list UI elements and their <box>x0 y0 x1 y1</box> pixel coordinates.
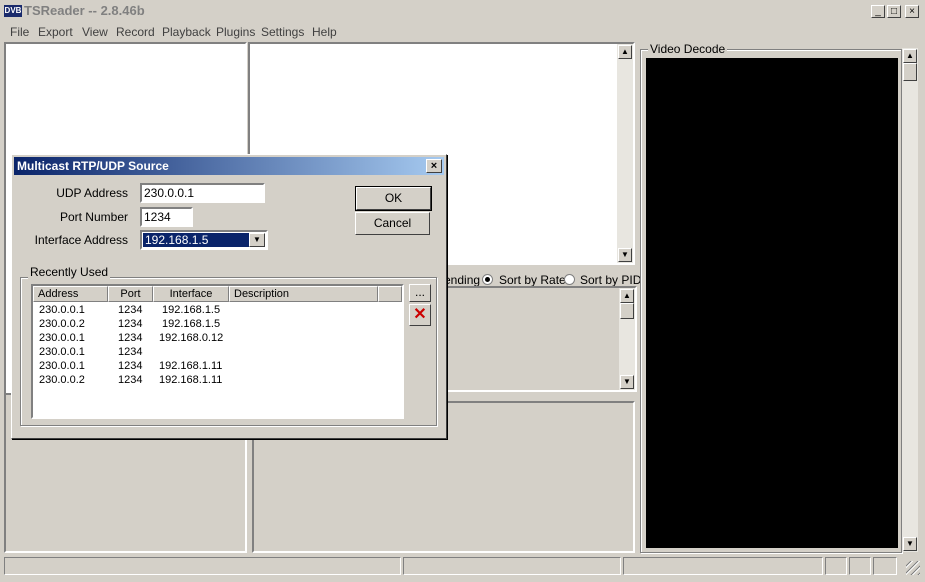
browse-button[interactable]: ... <box>409 284 431 302</box>
menu-record[interactable]: Record <box>116 25 155 39</box>
interface-address-select[interactable]: 192.168.1.5 ▼ <box>140 230 268 250</box>
row-interface: 192.168.1.5 <box>162 318 221 330</box>
sort-by-pid-label[interactable]: Sort by PID <box>580 273 641 287</box>
row-port: 1234 <box>118 346 143 358</box>
status-pane-2 <box>403 557 621 575</box>
row-interface: 192.168.1.11 <box>159 374 223 386</box>
port-number-label: Port Number <box>59 210 128 224</box>
status-pane-4 <box>825 557 847 575</box>
delete-icon[interactable]: ✕ <box>409 304 431 326</box>
info-scrollbar[interactable]: ▲ ▼ <box>617 44 633 263</box>
app-title: TSReader -- 2.8.46b <box>24 3 145 18</box>
dropdown-arrow-icon[interactable]: ▼ <box>249 233 265 247</box>
menu-playback[interactable]: Playback <box>162 25 211 39</box>
sort-by-rate-label[interactable]: Sort by Rate <box>499 273 566 287</box>
row-interface: 192.168.1.11 <box>159 360 223 372</box>
scroll-down-icon[interactable]: ▼ <box>618 248 632 262</box>
video-decode-label: Video Decode <box>648 42 728 56</box>
table-row[interactable]: 230.0.0.1 1234 192.168.0.12 <box>33 331 402 345</box>
row-port: 1234 <box>118 318 143 330</box>
udp-address-label: UDP Address <box>56 186 128 200</box>
col-interface-header[interactable]: Interface <box>153 286 229 302</box>
minimize-button[interactable]: _ <box>871 5 885 18</box>
ok-button[interactable]: OK <box>355 186 432 211</box>
col-description-header[interactable]: Description <box>229 286 378 302</box>
main-scrollbar[interactable]: ▲ ▼ <box>902 48 918 552</box>
interface-address-value: 192.168.1.5 <box>143 233 249 247</box>
row-port: 1234 <box>118 360 143 372</box>
status-pane-1 <box>4 557 401 575</box>
recent-list[interactable]: Address Port Interface Description 230.0… <box>31 284 404 419</box>
pid-scrollbar[interactable]: ▲ ▼ <box>619 288 635 390</box>
row-port: 1234 <box>118 374 143 386</box>
col-address-header[interactable]: Address <box>33 286 108 302</box>
row-port: 1234 <box>118 304 143 316</box>
row-interface: 192.168.0.12 <box>159 332 224 344</box>
scroll-down-icon[interactable]: ▼ <box>903 537 917 551</box>
scroll-up-icon[interactable]: ▲ <box>903 49 917 63</box>
title-bar: DVB TSReader -- 2.8.46b _ □ × <box>0 0 925 22</box>
menu-export[interactable]: Export <box>38 25 73 39</box>
dialog-close-button[interactable]: × <box>426 159 442 173</box>
dialog-title: Multicast RTP/UDP Source <box>14 157 444 175</box>
close-button[interactable]: × <box>905 5 919 18</box>
col-port-header[interactable]: Port <box>108 286 153 302</box>
cancel-button[interactable]: Cancel <box>355 212 430 235</box>
video-display[interactable] <box>646 58 898 548</box>
scroll-thumb[interactable] <box>903 63 917 81</box>
row-address: 230.0.0.1 <box>39 304 85 316</box>
row-address: 230.0.0.1 <box>39 332 85 344</box>
sort-by-pid-radio[interactable] <box>564 274 575 285</box>
row-address: 230.0.0.2 <box>39 374 85 386</box>
scroll-up-icon[interactable]: ▲ <box>620 289 634 303</box>
status-pane-5 <box>849 557 871 575</box>
recently-used-label: Recently Used <box>28 265 111 279</box>
table-row[interactable]: 230.0.0.1 1234 192.168.1.11 <box>33 359 402 373</box>
menu-settings[interactable]: Settings <box>261 25 304 39</box>
scroll-thumb[interactable] <box>620 303 634 319</box>
menu-bar: File Export View Record Playback Plugins… <box>0 22 925 41</box>
row-interface: 192.168.1.5 <box>162 304 221 316</box>
row-port: 1234 <box>118 332 143 344</box>
udp-address-input[interactable]: 230.0.0.1 <box>140 183 265 203</box>
app-logo-icon: DVB <box>4 5 22 17</box>
table-row[interactable]: 230.0.0.2 1234 192.168.1.5 <box>33 317 402 331</box>
menu-help[interactable]: Help <box>312 25 337 39</box>
maximize-button[interactable]: □ <box>887 5 901 18</box>
scroll-up-icon[interactable]: ▲ <box>618 45 632 59</box>
multicast-dialog: Multicast RTP/UDP Source × UDP Address 2… <box>11 154 447 439</box>
menu-file[interactable]: File <box>10 25 29 39</box>
scroll-down-icon[interactable]: ▼ <box>620 375 634 389</box>
col-filler-header <box>378 286 402 302</box>
radio-selected-icon <box>485 277 490 282</box>
status-pane-6 <box>873 557 897 575</box>
row-address: 230.0.0.1 <box>39 360 85 372</box>
interface-address-label: Interface Address <box>34 233 128 247</box>
row-address: 230.0.0.1 <box>39 346 85 358</box>
row-address: 230.0.0.2 <box>39 318 85 330</box>
table-row[interactable]: 230.0.0.2 1234 192.168.1.11 <box>33 373 402 387</box>
table-row[interactable]: 230.0.0.1 1234 192.168.1.5 <box>33 303 402 317</box>
table-row[interactable]: 230.0.0.1 1234 <box>33 345 402 359</box>
sort-by-rate-radio[interactable] <box>482 274 493 285</box>
sort-ascending-label: ending <box>444 273 481 287</box>
menu-plugins[interactable]: Plugins <box>216 25 255 39</box>
menu-view[interactable]: View <box>82 25 108 39</box>
resize-grip-icon[interactable] <box>906 561 920 575</box>
port-number-input[interactable]: 1234 <box>140 207 193 227</box>
status-pane-3 <box>623 557 823 575</box>
